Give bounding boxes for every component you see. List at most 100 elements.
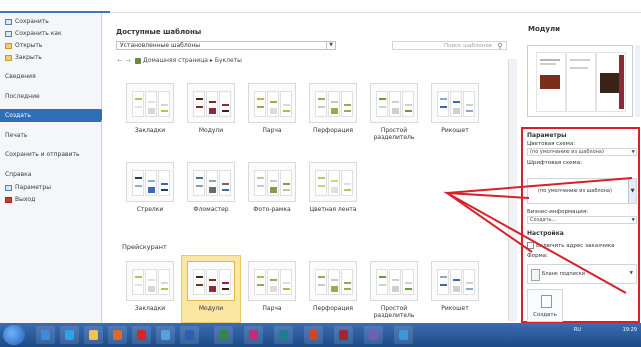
thumbnail-page	[450, 269, 462, 295]
form-select[interactable]: Бланк подписки ▼	[527, 264, 637, 284]
thumbnail-page	[158, 170, 170, 196]
business-info-label: Бизнес-информация:	[527, 209, 588, 215]
thumbnail-block	[209, 286, 216, 292]
search-icon[interactable]: ⚲	[496, 42, 504, 50]
taskbar-app-sharepoint[interactable]	[394, 326, 413, 344]
back-arrow-icon[interactable]: ←	[116, 56, 124, 66]
template-label: Модули	[198, 127, 224, 134]
thumbnail-block	[148, 180, 155, 182]
settings-title: Настройка	[527, 230, 564, 237]
template-thumbnail[interactable]	[248, 261, 296, 301]
taskbar-app-access[interactable]	[334, 326, 353, 344]
system-tray: RU 19:29	[574, 326, 637, 334]
taskbar-app-infopath[interactable]	[364, 326, 383, 344]
options-icon	[5, 184, 12, 191]
sidebar-recent[interactable]: Последние	[0, 90, 101, 103]
thumbnail-page	[341, 91, 353, 117]
include-address-row[interactable]: Включить адрес заказчика	[527, 242, 615, 249]
thumbnail-block	[209, 101, 216, 103]
thumbnail-page	[206, 269, 218, 295]
template-thumbnail[interactable]	[248, 162, 296, 202]
sidebar-save-send[interactable]: Сохранить и отправить	[0, 148, 101, 161]
taskbar-app-onenote[interactable]	[244, 326, 263, 344]
thumbnail-block	[379, 106, 386, 108]
template-search-input[interactable]: Поиск шаблонов ⚲	[392, 41, 507, 50]
sidebar-create[interactable]: Создать	[0, 109, 107, 122]
taskbar-app-opera[interactable]	[132, 326, 151, 344]
thumbnail-page	[219, 269, 231, 295]
template-thumbnail[interactable]	[248, 83, 296, 123]
template-label: Рикошет	[441, 127, 469, 134]
taskbar-app-excel[interactable]	[214, 326, 233, 344]
thumbnail-block	[318, 284, 325, 286]
preview-scrollbar[interactable]	[635, 45, 640, 117]
thumbnail-block	[209, 279, 216, 281]
template-label: Модули	[198, 305, 224, 312]
thumbnail-block	[405, 282, 412, 284]
sidebar-info[interactable]: Сведения	[0, 70, 101, 83]
template-thumbnail[interactable]	[309, 83, 357, 123]
new-document-icon	[541, 295, 552, 308]
chevron-down-icon[interactable]: ▼	[628, 179, 636, 203]
thumbnail-block	[344, 104, 351, 106]
chevron-down-icon[interactable]: ▼	[632, 149, 635, 155]
app-icon	[113, 330, 122, 340]
template-thumbnail[interactable]	[309, 162, 357, 202]
taskbar-app-3[interactable]	[84, 326, 103, 344]
template-thumbnail[interactable]	[187, 261, 235, 301]
thumbnail-page	[280, 170, 292, 196]
templates-scrollbar[interactable]	[508, 59, 517, 321]
taskbar-app-explorer[interactable]	[36, 326, 55, 344]
thumbnail-page	[328, 91, 340, 117]
template-thumbnail[interactable]	[431, 83, 479, 123]
chevron-down-icon[interactable]: ▼	[630, 265, 633, 283]
include-address-checkbox[interactable]	[527, 242, 534, 249]
template-thumbnail[interactable]	[370, 261, 418, 301]
template-thumbnail[interactable]	[370, 83, 418, 123]
breadcrumb-separator: ▸	[209, 57, 213, 64]
taskbar-app-publisher[interactable]	[274, 326, 293, 344]
forward-arrow-icon[interactable]: →	[124, 56, 132, 66]
sidebar-help[interactable]: Справка	[0, 168, 101, 181]
color-scheme-select[interactable]: (по умолчанию из шаблона) ▼	[527, 148, 637, 156]
thumbnail-page	[315, 91, 327, 117]
home-icon[interactable]	[135, 57, 141, 64]
infopath-icon	[369, 330, 378, 340]
template-thumbnail[interactable]	[126, 261, 174, 301]
sidebar-help-label: Справка	[5, 171, 32, 178]
taskbar-app-powerpoint[interactable]	[304, 326, 323, 344]
clock[interactable]: 19:29	[623, 327, 637, 333]
template-source-select[interactable]: Установленные шаблоны ▼	[116, 41, 336, 50]
start-button[interactable]	[3, 325, 25, 345]
thumbnail-page	[463, 91, 475, 117]
template-thumbnail[interactable]	[187, 162, 235, 202]
sidebar-recent-label: Последние	[5, 93, 40, 100]
template-thumbnail[interactable]	[126, 83, 174, 123]
form-value: Бланк подписки	[542, 271, 585, 277]
thumbnail-block	[331, 286, 338, 292]
chevron-down-icon[interactable]: ▼	[326, 42, 335, 49]
font-scheme-select[interactable]: (по умолчанию из шаблона) ▼	[527, 178, 637, 204]
create-button[interactable]: Создать	[527, 289, 563, 322]
template-thumbnail[interactable]	[309, 261, 357, 301]
thumbnail-block	[466, 104, 473, 106]
sidebar-exit[interactable]: Выход	[0, 193, 101, 206]
language-indicator[interactable]: RU	[574, 327, 581, 333]
thumbnail-page	[389, 269, 401, 295]
taskbar-app-4[interactable]	[108, 326, 127, 344]
template-thumbnail[interactable]	[126, 162, 174, 202]
template-thumbnail[interactable]	[187, 83, 235, 123]
parameters-title: Параметры	[527, 132, 567, 139]
breadcrumb-home[interactable]: Домашняя страница	[143, 57, 208, 64]
chevron-down-icon[interactable]: ▼	[632, 217, 635, 223]
business-info-select[interactable]: Создать... ▼	[527, 216, 637, 224]
taskbar-app-2[interactable]	[60, 326, 79, 344]
taskbar-app-mail[interactable]	[156, 326, 175, 344]
taskbar-app-word[interactable]	[180, 326, 199, 344]
thumbnail-block	[331, 279, 338, 281]
sidebar-print[interactable]: Печать	[0, 129, 101, 142]
template-thumbnail[interactable]	[431, 261, 479, 301]
sidebar-close[interactable]: Закрыть	[0, 51, 101, 64]
thumbnail-block	[222, 183, 229, 185]
thumbnail-block	[344, 110, 351, 112]
